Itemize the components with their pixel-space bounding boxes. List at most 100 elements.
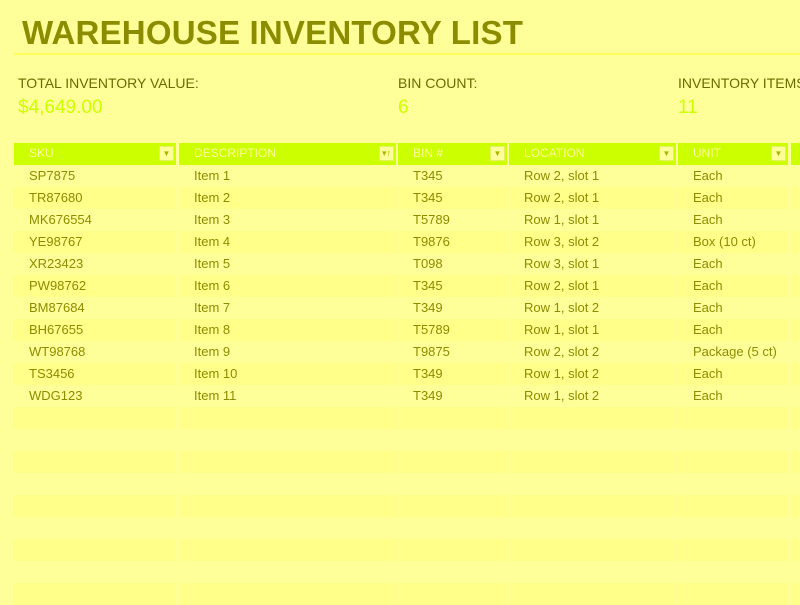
filter-dropdown-arrow-icon[interactable]: ▼ (659, 146, 674, 161)
table-row[interactable]: PW98762 Item 6 T345 Row 2, slot 1 Each (14, 275, 800, 297)
empty-table-row[interactable] (14, 583, 800, 605)
table-row[interactable]: SP7875 Item 1 T345 Row 2, slot 1 Each (14, 165, 800, 187)
table-row[interactable]: XR23423 Item 5 T098 Row 3, slot 1 Each (14, 253, 800, 275)
cell-sku[interactable]: XR23423 (14, 253, 176, 275)
empty-table-row[interactable] (14, 517, 800, 539)
cell-unit[interactable]: Each (678, 253, 788, 275)
cell-sku[interactable]: WDG123 (14, 385, 176, 407)
empty-cell[interactable] (14, 473, 176, 495)
cell-location[interactable]: Row 2, slot 1 (509, 275, 676, 297)
column-header-location[interactable]: LOCATION ▼ (509, 143, 676, 165)
cell-sku[interactable]: WT98768 (14, 341, 176, 363)
empty-cell[interactable] (678, 495, 788, 517)
cell-location[interactable]: Row 1, slot 2 (509, 385, 676, 407)
cell-extra[interactable] (791, 209, 800, 231)
cell-description[interactable]: Item 7 (179, 297, 396, 319)
cell-bin[interactable]: T345 (398, 187, 507, 209)
cell-sku[interactable]: BM87684 (14, 297, 176, 319)
cell-extra[interactable] (791, 165, 800, 187)
cell-sku[interactable]: MK676554 (14, 209, 176, 231)
empty-cell[interactable] (791, 407, 800, 429)
empty-cell[interactable] (179, 473, 396, 495)
empty-cell[interactable] (678, 473, 788, 495)
cell-unit[interactable]: Each (678, 209, 788, 231)
cell-description[interactable]: Item 1 (179, 165, 396, 187)
cell-bin[interactable]: T5789 (398, 209, 507, 231)
cell-unit[interactable]: Box (10 ct) (678, 231, 788, 253)
cell-description[interactable]: Item 3 (179, 209, 396, 231)
cell-description[interactable]: Item 5 (179, 253, 396, 275)
empty-cell[interactable] (678, 561, 788, 583)
empty-cell[interactable] (179, 407, 396, 429)
cell-unit[interactable]: Each (678, 275, 788, 297)
cell-bin[interactable]: T9876 (398, 231, 507, 253)
empty-cell[interactable] (509, 517, 676, 539)
empty-table-row[interactable] (14, 451, 800, 473)
cell-location[interactable]: Row 2, slot 1 (509, 165, 676, 187)
cell-sku[interactable]: BH67655 (14, 319, 176, 341)
empty-cell[interactable] (509, 451, 676, 473)
cell-description[interactable]: Item 2 (179, 187, 396, 209)
column-header-description[interactable]: DESCRIPTION ▾↑ (179, 143, 396, 165)
column-header-bin[interactable]: BIN # ▼ (398, 143, 507, 165)
empty-cell[interactable] (791, 495, 800, 517)
empty-cell[interactable] (509, 561, 676, 583)
column-header-sku[interactable]: SKU ▼ (14, 143, 176, 165)
cell-unit[interactable]: Each (678, 319, 788, 341)
empty-cell[interactable] (398, 583, 507, 605)
cell-sku[interactable]: TS3456 (14, 363, 176, 385)
cell-bin[interactable]: T349 (398, 297, 507, 319)
table-row[interactable]: WDG123 Item 11 T349 Row 1, slot 2 Each (14, 385, 800, 407)
table-row[interactable]: BM87684 Item 7 T349 Row 1, slot 2 Each (14, 297, 800, 319)
empty-cell[interactable] (678, 539, 788, 561)
cell-location[interactable]: Row 3, slot 2 (509, 231, 676, 253)
cell-extra[interactable] (791, 253, 800, 275)
cell-bin[interactable]: T345 (398, 275, 507, 297)
cell-extra[interactable] (791, 385, 800, 407)
cell-bin[interactable]: T5789 (398, 319, 507, 341)
cell-description[interactable]: Item 9 (179, 341, 396, 363)
empty-cell[interactable] (398, 451, 507, 473)
empty-table-row[interactable] (14, 473, 800, 495)
empty-cell[interactable] (791, 539, 800, 561)
cell-unit[interactable]: Each (678, 187, 788, 209)
empty-cell[interactable] (509, 473, 676, 495)
cell-sku[interactable]: TR87680 (14, 187, 176, 209)
empty-cell[interactable] (678, 583, 788, 605)
empty-cell[interactable] (509, 429, 676, 451)
cell-location[interactable]: Row 1, slot 2 (509, 297, 676, 319)
cell-extra[interactable] (791, 187, 800, 209)
table-row[interactable]: WT98768 Item 9 T9875 Row 2, slot 2 Package (… (14, 341, 800, 363)
cell-unit[interactable]: Package (5 ct) (678, 341, 788, 363)
empty-cell[interactable] (179, 583, 396, 605)
cell-extra[interactable] (791, 341, 800, 363)
cell-bin[interactable]: T345 (398, 165, 507, 187)
table-row[interactable]: YE98767 Item 4 T9876 Row 3, slot 2 Box (10 c… (14, 231, 800, 253)
filter-dropdown-arrow-icon[interactable]: ▼ (771, 146, 786, 161)
cell-bin[interactable]: T098 (398, 253, 507, 275)
empty-cell[interactable] (398, 429, 507, 451)
empty-cell[interactable] (398, 539, 507, 561)
cell-description[interactable]: Item 10 (179, 363, 396, 385)
cell-bin[interactable]: T9875 (398, 341, 507, 363)
sort-ascending-filter-icon[interactable]: ▾↑ (379, 146, 394, 161)
empty-cell[interactable] (678, 451, 788, 473)
empty-cell[interactable] (678, 517, 788, 539)
cell-bin[interactable]: T349 (398, 385, 507, 407)
empty-cell[interactable] (398, 407, 507, 429)
empty-cell[interactable] (179, 517, 396, 539)
cell-extra[interactable] (791, 297, 800, 319)
empty-cell[interactable] (509, 583, 676, 605)
empty-table-row[interactable] (14, 495, 800, 517)
empty-cell[interactable] (14, 451, 176, 473)
empty-cell[interactable] (398, 517, 507, 539)
empty-cell[interactable] (179, 495, 396, 517)
empty-table-row[interactable] (14, 539, 800, 561)
filter-dropdown-arrow-icon[interactable]: ▼ (490, 146, 505, 161)
cell-unit[interactable]: Each (678, 385, 788, 407)
empty-cell[interactable] (509, 407, 676, 429)
empty-cell[interactable] (398, 561, 507, 583)
cell-description[interactable]: Item 4 (179, 231, 396, 253)
cell-unit[interactable]: Each (678, 165, 788, 187)
empty-cell[interactable] (791, 517, 800, 539)
